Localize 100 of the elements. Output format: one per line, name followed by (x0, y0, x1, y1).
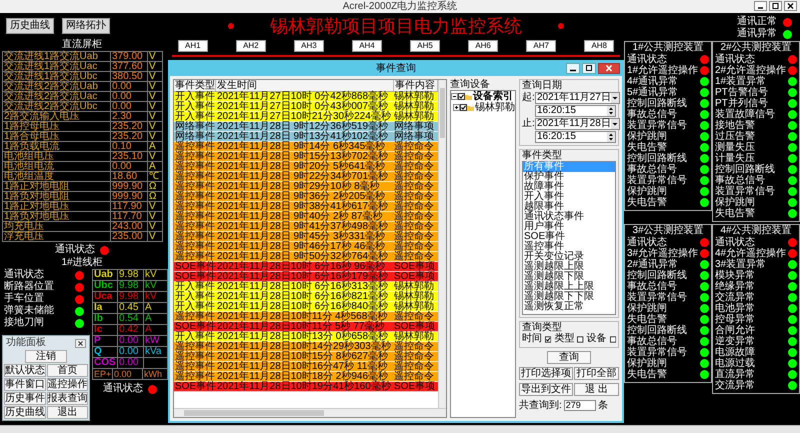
date-field[interactable]: 2021年11月27日 (535, 92, 620, 104)
table-row[interactable]: SOE事件2021年11月28日10时 6分16秒179毫秒 SOE事项 (174, 272, 438, 282)
column-header[interactable]: 发生时间 (216, 80, 394, 91)
time-field[interactable]: 16:20:15 (535, 130, 616, 142)
table-row[interactable]: 开入事件 2021年11月27日10时21分30秒224毫秒 锡林郭勒 (174, 112, 438, 122)
status-label: 接地刀闸 (4, 318, 44, 328)
spinner-icon[interactable] (607, 106, 615, 116)
status-label: PT并列信号 (715, 98, 768, 108)
toolbar-button[interactable]: 历史曲线 (6, 18, 54, 34)
checkbox[interactable] (460, 104, 467, 111)
table-row[interactable]: 遥控事件 2021年11月28日 9时45分 3秒331毫秒 遥控命令 (174, 232, 438, 242)
table-row[interactable]: 遥控事件 2021年11月28日 9时15分13秒702毫秒 遥控命令 (174, 152, 438, 162)
time-field[interactable]: 16:20:15 (535, 104, 616, 116)
table-row[interactable]: 遥控事件 2021年11月28日10时16分47秒 11毫秒 遥控命令 (174, 362, 438, 372)
table-row[interactable]: 开入事件 2021年11月27日10时 0分42秒868毫秒 锡林郭勒 (174, 92, 438, 102)
panel-button[interactable]: 注销 (25, 350, 67, 363)
table-row[interactable]: 遥控事件 2021年11月28日 9时46分17秒 46毫秒 遥控命令 (174, 242, 438, 252)
table-row[interactable]: 遥控事件 2021年11月28日 9时40分 2秒 87毫秒 遥控命令 (174, 212, 438, 222)
status-label: 控母异常 (715, 314, 755, 324)
vertical-scrollbar[interactable] (438, 80, 446, 408)
table-row[interactable]: 遥控事件 2021年11月28日 9时41分37秒498毫秒 遥控命令 (174, 222, 438, 232)
table-row[interactable]: 网络事件 2021年11月28日 9时12分36秒519毫秒 网络事项 (174, 122, 438, 132)
panel-button[interactable]: 历史事件 (4, 392, 46, 405)
toolbar-button[interactable]: 网络拓扑 (62, 18, 110, 34)
table-cell: 遥控事件 (174, 362, 216, 371)
maximize-button[interactable] (769, 1, 782, 11)
close-button[interactable] (598, 63, 620, 74)
status-label: 接地告警 (715, 120, 755, 130)
table-row[interactable]: 遥控事件 2021年11月28日 9时29分10秒 8毫秒 遥控命令 (174, 182, 438, 192)
list-item[interactable]: 遥测恢复正常 (523, 302, 615, 312)
table-row[interactable]: SOE事件2021年11月28日10时19分41秒160毫秒 SOE事项 (174, 382, 438, 392)
list-item[interactable]: 开入事件 (523, 192, 615, 202)
table-cell: 9.98 (118, 270, 144, 281)
table-row[interactable]: 开入事件 2021年11月28日10时 6分16秒313毫秒 锡林郭勒 (174, 282, 438, 292)
panel-button[interactable]: 事件窗口 (4, 378, 46, 391)
table-row[interactable]: SOE事件2021年11月28日10时11分 5秒 77毫秒 SOE事项 (174, 322, 438, 332)
horizontal-scrollbar[interactable] (174, 408, 446, 417)
panel-button[interactable]: 历史曲线 (4, 406, 46, 419)
table-row[interactable]: 开入事件 2021年11月28日10时 6分16秒840毫秒 锡林郭勒 (174, 302, 438, 312)
panel-button[interactable]: 报表查询 (46, 392, 88, 405)
minimize-button[interactable] (566, 63, 580, 74)
table-cell: 交流进线2路交流Uab (3, 82, 111, 92)
table-row[interactable]: 开入事件 2021年11月28日10时 6分16秒821毫秒 锡林郭勒 (174, 292, 438, 302)
table-row[interactable]: 遥控事件 2021年11月28日10时15分 8秒627毫秒 遥控命令 (174, 352, 438, 362)
checkbox[interactable] (545, 336, 552, 342)
table-cell: 遥控事件 (174, 152, 216, 161)
panel-button[interactable]: 首页 (46, 364, 88, 377)
table-row[interactable]: 遥控事件 2021年11月28日10时14分29秒303毫秒 遥控命令 (174, 342, 438, 352)
list-item[interactable]: 用户事件 (523, 222, 615, 232)
table-row[interactable]: 开入事件 2021年11月28日10时13分 0秒658毫秒 锡林郭勒 (174, 332, 438, 342)
list-item[interactable]: 开关变位记录 (523, 252, 615, 262)
tree-item[interactable]: 设备索引 (473, 92, 513, 102)
table-row[interactable]: 网络事件 2021年11月28日 9时13分41秒102毫秒 网络事项 (174, 132, 438, 142)
list-item[interactable]: 通讯状态事件 (523, 212, 615, 222)
checkbox[interactable] (610, 336, 616, 342)
checkbox[interactable] (458, 93, 465, 100)
panel-button[interactable]: 默认状态 (4, 364, 46, 377)
date-field[interactable]: 2021年11月28日 (535, 118, 620, 130)
table-row[interactable]: 遥控事件 2021年11月28日 9时14分 6秒345毫秒 遥控命令 (174, 142, 438, 152)
column-header[interactable]: 事件类型 (174, 80, 216, 91)
table-row[interactable]: 遥控事件 2021年11月28日 9时36分 2秒205毫秒 遥控命令 (174, 192, 438, 202)
table-row[interactable]: 遥控事件 2021年11月28日10时18分 2秒946毫秒 遥控命令 (174, 372, 438, 382)
table-row[interactable]: 遥控事件 2021年11月28日10时11分 4秒568毫秒 遥控命令 (174, 312, 438, 322)
table-row[interactable]: 开入事件 2021年11月27日10时 0分43秒007毫秒 锡林郭勒 (174, 102, 438, 112)
table-row[interactable]: 遥控事件 2021年11月28日 9时20分 5秒641毫秒 遥控命令 (174, 162, 438, 172)
list-item[interactable]: 遥测越限上上限 (523, 282, 615, 292)
dialog-button[interactable]: 退 出 (574, 383, 619, 396)
list-item[interactable]: 越限事件 (523, 202, 615, 212)
collapse-icon[interactable] (451, 93, 458, 100)
minimize-button[interactable] (754, 1, 767, 11)
panel-button[interactable]: 退出 (46, 406, 88, 419)
expand-icon[interactable] (453, 104, 460, 111)
tree-item[interactable]: 锡林郭勒 (475, 102, 515, 112)
status-label: 装置异常信号 (627, 120, 687, 130)
table-row[interactable]: 遥控事件 2021年11月28日 9时22分34秒701毫秒 遥控命令 (174, 172, 438, 182)
table-cell: 999.90 (111, 182, 148, 192)
spinner-icon[interactable] (607, 132, 615, 142)
list-item[interactable]: 遥测越限下限 (523, 272, 615, 282)
panel-button[interactable]: 遥控操作 (46, 378, 88, 391)
list-item[interactable]: 故障事件 (523, 182, 615, 192)
list-item[interactable]: 遥测越限上限 (523, 262, 615, 272)
close-button[interactable] (75, 338, 86, 348)
dialog-button[interactable]: 导出到文件 (519, 383, 573, 396)
checkbox[interactable] (577, 336, 584, 342)
list-item[interactable]: 保护事件 (523, 172, 615, 182)
table-cell: 遥控事件 (174, 182, 216, 191)
maximize-button[interactable] (582, 63, 596, 74)
table-cell-text: 遥控事件 (174, 312, 215, 321)
dialog-button[interactable]: 打印选择项 (519, 367, 573, 380)
dialog-button[interactable]: 查询 (547, 351, 591, 364)
cabinet-label: AH2 (236, 40, 266, 52)
dialog-button[interactable]: 打印全部 (574, 367, 619, 380)
table-cell-text: 遥控命令 (394, 212, 435, 221)
table-row[interactable]: 遥控事件 2021年11月28日 9时50分32秒764毫秒 遥控命令 (174, 252, 438, 262)
list-item[interactable]: 遥测越限下下限 (523, 292, 615, 302)
close-button[interactable] (784, 1, 797, 11)
list-item[interactable]: SOE事件 (523, 232, 615, 242)
list-item[interactable]: 遥控事件 (523, 242, 615, 252)
table-row[interactable]: SOE事件2021年11月28日10时 6分16秒 96毫秒 SOE事项 (174, 262, 438, 272)
table-row[interactable]: 遥控事件 2021年11月28日 9时38分41秒617毫秒 遥控命令 (174, 202, 438, 212)
